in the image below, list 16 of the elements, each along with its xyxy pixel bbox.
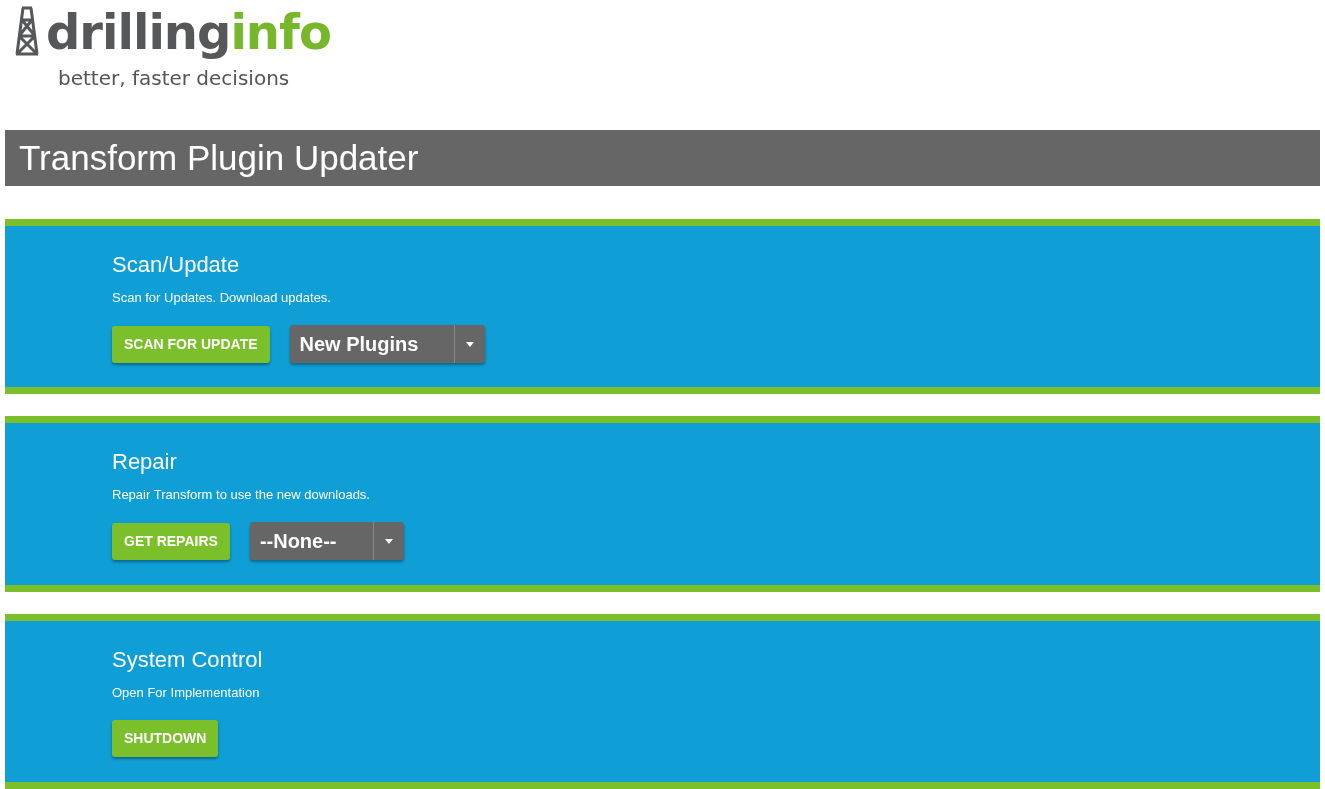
page-title-bar: Transform Plugin Updater (5, 129, 1320, 187)
caret-icon (466, 341, 475, 347)
caret-icon (384, 538, 393, 544)
action-button[interactable]: GET REPAIRS (112, 522, 230, 560)
oil-derrick-icon (14, 6, 40, 56)
section-title: Repair (112, 449, 178, 476)
action-button[interactable]: SHUTDOWN (112, 719, 219, 757)
section-description: Repair Transform to use the new downloads. (112, 487, 371, 503)
section-description: Scan for Updates. Download updates. (112, 290, 332, 306)
logo-tagline: better, faster decisions (58, 66, 291, 90)
section-title: System Control (112, 646, 264, 673)
section-title: Scan/Update (112, 252, 241, 279)
section-description: Open For Implementation (112, 684, 261, 700)
select-dropdown[interactable]: --None-- (249, 522, 404, 561)
action-button[interactable]: SCAN FOR UPDATE (112, 325, 270, 363)
select-dropdown[interactable]: New Plugins (289, 325, 486, 364)
